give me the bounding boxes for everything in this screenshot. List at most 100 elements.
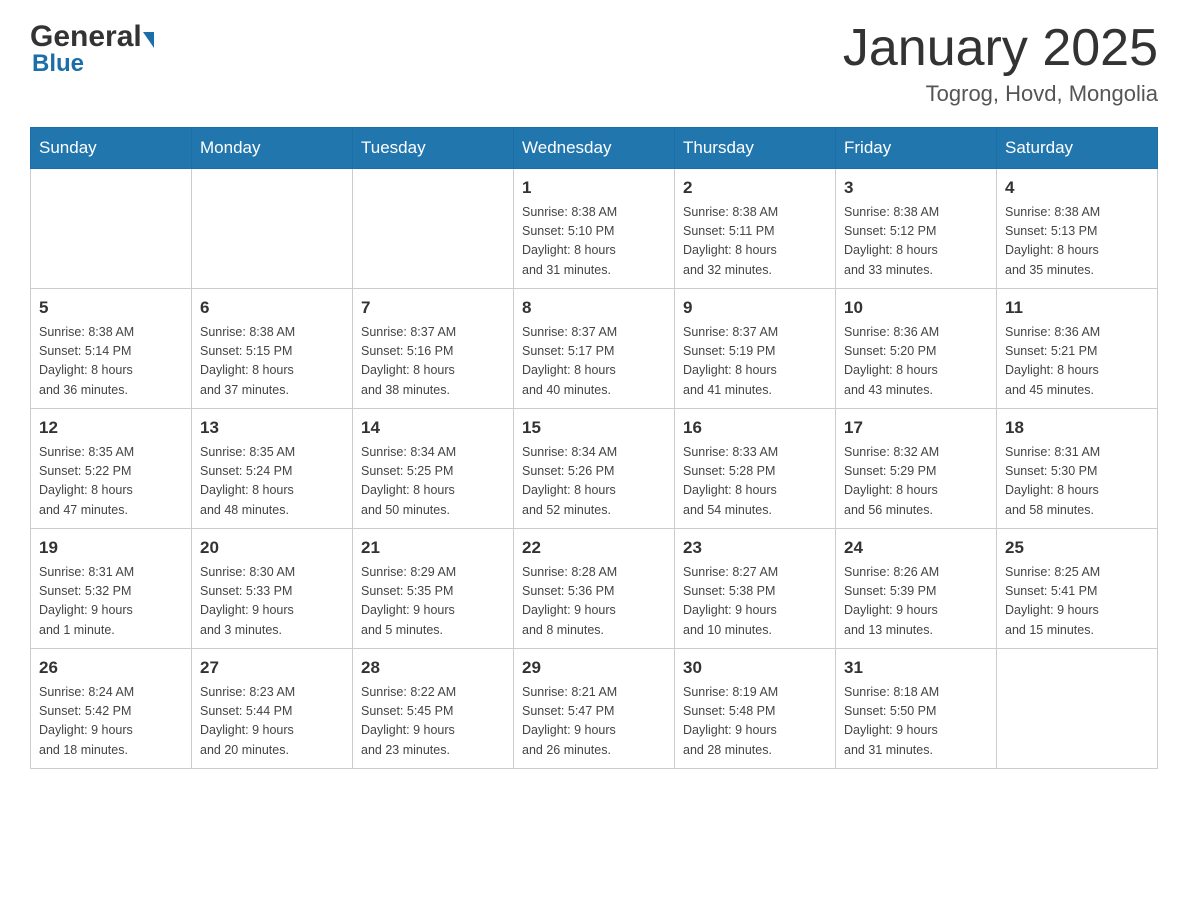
day-number: 21 (361, 535, 505, 561)
calendar-week-row-5: 26Sunrise: 8:24 AMSunset: 5:42 PMDayligh… (31, 649, 1158, 769)
calendar-header-friday: Friday (836, 128, 997, 169)
day-info: Sunrise: 8:37 AMSunset: 5:16 PMDaylight:… (361, 323, 505, 401)
logo-blue-text: Blue (32, 50, 84, 78)
day-info: Sunrise: 8:27 AMSunset: 5:38 PMDaylight:… (683, 563, 827, 641)
day-info: Sunrise: 8:24 AMSunset: 5:42 PMDaylight:… (39, 683, 183, 761)
day-info: Sunrise: 8:38 AMSunset: 5:11 PMDaylight:… (683, 203, 827, 281)
calendar-day-22: 22Sunrise: 8:28 AMSunset: 5:36 PMDayligh… (514, 529, 675, 649)
calendar-day-3: 3Sunrise: 8:38 AMSunset: 5:12 PMDaylight… (836, 169, 997, 289)
day-number: 19 (39, 535, 183, 561)
day-number: 3 (844, 175, 988, 201)
day-number: 25 (1005, 535, 1149, 561)
day-info: Sunrise: 8:31 AMSunset: 5:32 PMDaylight:… (39, 563, 183, 641)
day-number: 16 (683, 415, 827, 441)
calendar-day-29: 29Sunrise: 8:21 AMSunset: 5:47 PMDayligh… (514, 649, 675, 769)
day-number: 13 (200, 415, 344, 441)
day-info: Sunrise: 8:22 AMSunset: 5:45 PMDaylight:… (361, 683, 505, 761)
day-number: 8 (522, 295, 666, 321)
calendar-day-6: 6Sunrise: 8:38 AMSunset: 5:15 PMDaylight… (192, 289, 353, 409)
calendar-empty-cell (192, 169, 353, 289)
title-section: January 2025 Togrog, Hovd, Mongolia (843, 20, 1158, 107)
calendar-header-saturday: Saturday (997, 128, 1158, 169)
day-number: 9 (683, 295, 827, 321)
calendar-day-7: 7Sunrise: 8:37 AMSunset: 5:16 PMDaylight… (353, 289, 514, 409)
day-info: Sunrise: 8:35 AMSunset: 5:22 PMDaylight:… (39, 443, 183, 521)
calendar-day-28: 28Sunrise: 8:22 AMSunset: 5:45 PMDayligh… (353, 649, 514, 769)
calendar-week-row-4: 19Sunrise: 8:31 AMSunset: 5:32 PMDayligh… (31, 529, 1158, 649)
day-number: 23 (683, 535, 827, 561)
day-info: Sunrise: 8:32 AMSunset: 5:29 PMDaylight:… (844, 443, 988, 521)
day-info: Sunrise: 8:23 AMSunset: 5:44 PMDaylight:… (200, 683, 344, 761)
day-number: 2 (683, 175, 827, 201)
day-number: 24 (844, 535, 988, 561)
calendar-header-monday: Monday (192, 128, 353, 169)
day-number: 28 (361, 655, 505, 681)
day-number: 11 (1005, 295, 1149, 321)
calendar-empty-cell (353, 169, 514, 289)
month-year-title: January 2025 (843, 20, 1158, 77)
calendar-day-18: 18Sunrise: 8:31 AMSunset: 5:30 PMDayligh… (997, 409, 1158, 529)
day-number: 26 (39, 655, 183, 681)
calendar-day-14: 14Sunrise: 8:34 AMSunset: 5:25 PMDayligh… (353, 409, 514, 529)
day-number: 22 (522, 535, 666, 561)
day-info: Sunrise: 8:37 AMSunset: 5:17 PMDaylight:… (522, 323, 666, 401)
day-info: Sunrise: 8:38 AMSunset: 5:13 PMDaylight:… (1005, 203, 1149, 281)
day-info: Sunrise: 8:38 AMSunset: 5:12 PMDaylight:… (844, 203, 988, 281)
calendar-day-27: 27Sunrise: 8:23 AMSunset: 5:44 PMDayligh… (192, 649, 353, 769)
calendar-header-thursday: Thursday (675, 128, 836, 169)
logo-triangle-icon (143, 32, 154, 48)
calendar-day-9: 9Sunrise: 8:37 AMSunset: 5:19 PMDaylight… (675, 289, 836, 409)
calendar-day-31: 31Sunrise: 8:18 AMSunset: 5:50 PMDayligh… (836, 649, 997, 769)
day-number: 31 (844, 655, 988, 681)
day-info: Sunrise: 8:38 AMSunset: 5:15 PMDaylight:… (200, 323, 344, 401)
calendar-header-row: SundayMondayTuesdayWednesdayThursdayFrid… (31, 128, 1158, 169)
calendar-week-row-1: 1Sunrise: 8:38 AMSunset: 5:10 PMDaylight… (31, 169, 1158, 289)
calendar-empty-cell (31, 169, 192, 289)
calendar-day-24: 24Sunrise: 8:26 AMSunset: 5:39 PMDayligh… (836, 529, 997, 649)
day-info: Sunrise: 8:26 AMSunset: 5:39 PMDaylight:… (844, 563, 988, 641)
calendar-day-30: 30Sunrise: 8:19 AMSunset: 5:48 PMDayligh… (675, 649, 836, 769)
day-info: Sunrise: 8:28 AMSunset: 5:36 PMDaylight:… (522, 563, 666, 641)
day-info: Sunrise: 8:18 AMSunset: 5:50 PMDaylight:… (844, 683, 988, 761)
calendar-header-tuesday: Tuesday (353, 128, 514, 169)
calendar-day-26: 26Sunrise: 8:24 AMSunset: 5:42 PMDayligh… (31, 649, 192, 769)
calendar-day-21: 21Sunrise: 8:29 AMSunset: 5:35 PMDayligh… (353, 529, 514, 649)
day-info: Sunrise: 8:33 AMSunset: 5:28 PMDaylight:… (683, 443, 827, 521)
day-info: Sunrise: 8:19 AMSunset: 5:48 PMDaylight:… (683, 683, 827, 761)
day-number: 20 (200, 535, 344, 561)
day-number: 18 (1005, 415, 1149, 441)
logo: General Blue (30, 20, 154, 78)
day-info: Sunrise: 8:36 AMSunset: 5:20 PMDaylight:… (844, 323, 988, 401)
calendar-day-5: 5Sunrise: 8:38 AMSunset: 5:14 PMDaylight… (31, 289, 192, 409)
calendar-day-1: 1Sunrise: 8:38 AMSunset: 5:10 PMDaylight… (514, 169, 675, 289)
calendar-day-12: 12Sunrise: 8:35 AMSunset: 5:22 PMDayligh… (31, 409, 192, 529)
day-info: Sunrise: 8:30 AMSunset: 5:33 PMDaylight:… (200, 563, 344, 641)
calendar-day-19: 19Sunrise: 8:31 AMSunset: 5:32 PMDayligh… (31, 529, 192, 649)
day-number: 5 (39, 295, 183, 321)
day-number: 17 (844, 415, 988, 441)
day-info: Sunrise: 8:21 AMSunset: 5:47 PMDaylight:… (522, 683, 666, 761)
location-subtitle: Togrog, Hovd, Mongolia (843, 81, 1158, 107)
day-info: Sunrise: 8:38 AMSunset: 5:10 PMDaylight:… (522, 203, 666, 281)
calendar-day-2: 2Sunrise: 8:38 AMSunset: 5:11 PMDaylight… (675, 169, 836, 289)
day-number: 6 (200, 295, 344, 321)
day-info: Sunrise: 8:25 AMSunset: 5:41 PMDaylight:… (1005, 563, 1149, 641)
calendar-day-20: 20Sunrise: 8:30 AMSunset: 5:33 PMDayligh… (192, 529, 353, 649)
calendar-empty-cell (997, 649, 1158, 769)
day-info: Sunrise: 8:34 AMSunset: 5:25 PMDaylight:… (361, 443, 505, 521)
day-number: 4 (1005, 175, 1149, 201)
day-number: 7 (361, 295, 505, 321)
calendar-day-13: 13Sunrise: 8:35 AMSunset: 5:24 PMDayligh… (192, 409, 353, 529)
calendar-week-row-3: 12Sunrise: 8:35 AMSunset: 5:22 PMDayligh… (31, 409, 1158, 529)
calendar-header-wednesday: Wednesday (514, 128, 675, 169)
calendar-day-25: 25Sunrise: 8:25 AMSunset: 5:41 PMDayligh… (997, 529, 1158, 649)
day-info: Sunrise: 8:35 AMSunset: 5:24 PMDaylight:… (200, 443, 344, 521)
day-number: 10 (844, 295, 988, 321)
day-info: Sunrise: 8:37 AMSunset: 5:19 PMDaylight:… (683, 323, 827, 401)
calendar-day-4: 4Sunrise: 8:38 AMSunset: 5:13 PMDaylight… (997, 169, 1158, 289)
day-number: 30 (683, 655, 827, 681)
calendar-day-16: 16Sunrise: 8:33 AMSunset: 5:28 PMDayligh… (675, 409, 836, 529)
calendar-table: SundayMondayTuesdayWednesdayThursdayFrid… (30, 127, 1158, 769)
day-number: 29 (522, 655, 666, 681)
logo-general-text: General (30, 20, 142, 54)
